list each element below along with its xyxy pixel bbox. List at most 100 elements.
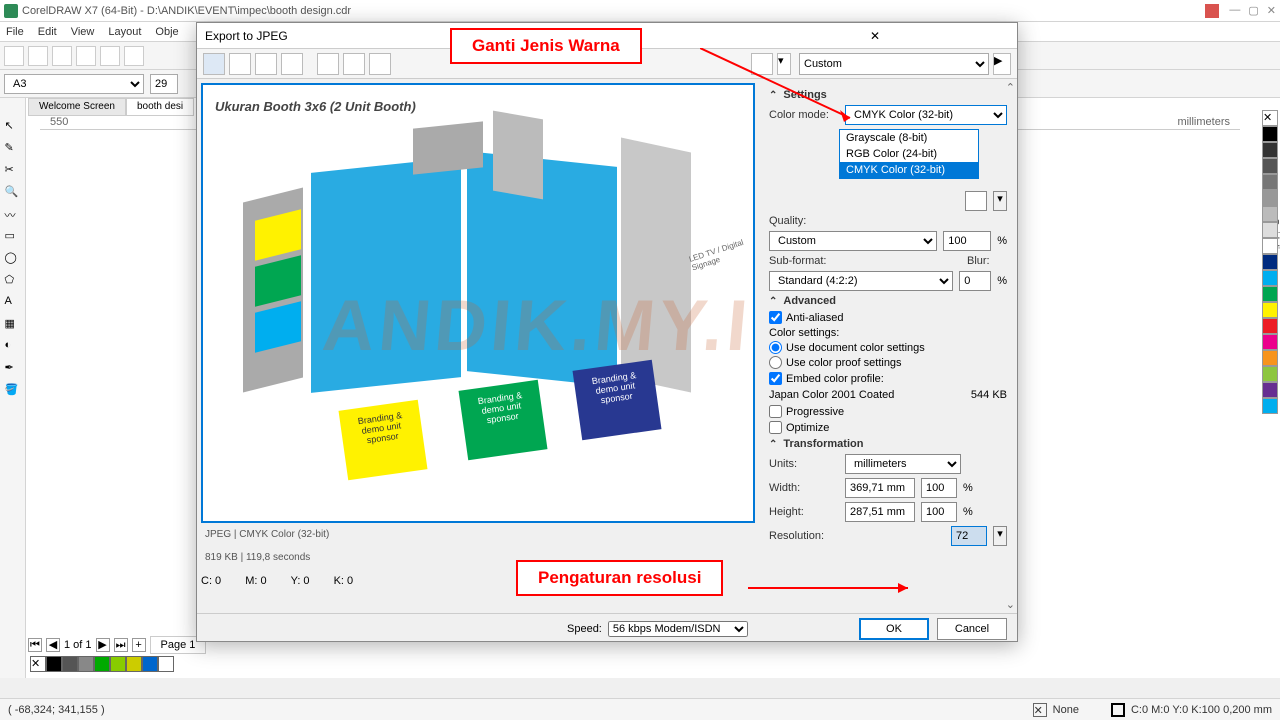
white-swatch[interactable] bbox=[158, 656, 174, 672]
embedprofile-checkbox[interactable] bbox=[769, 372, 782, 385]
polygon-tool-icon[interactable]: ⬠ bbox=[4, 272, 22, 290]
prev-page-icon[interactable]: ◀ bbox=[46, 638, 60, 652]
width-pct-input[interactable] bbox=[921, 478, 957, 498]
blur-input[interactable] bbox=[959, 271, 991, 291]
lime-swatch[interactable] bbox=[110, 656, 126, 672]
swatch[interactable] bbox=[1262, 142, 1278, 158]
freehand-tool-icon[interactable]: 〰 bbox=[4, 206, 22, 224]
matte-dropdown-icon[interactable]: ▾ bbox=[993, 191, 1007, 211]
swatch[interactable] bbox=[1262, 286, 1278, 302]
option-grayscale[interactable]: Grayscale (8-bit) bbox=[840, 130, 978, 146]
yellow-swatch[interactable] bbox=[126, 656, 142, 672]
ok-button[interactable]: OK bbox=[859, 618, 929, 640]
menu-view[interactable]: View bbox=[71, 26, 95, 38]
dim-input[interactable] bbox=[150, 74, 178, 94]
subformat-select[interactable]: Standard (4:2:2) bbox=[769, 271, 953, 291]
view-3pane-icon[interactable] bbox=[255, 53, 277, 75]
swatch[interactable] bbox=[1262, 270, 1278, 286]
papersize-select[interactable]: A3 bbox=[4, 74, 144, 94]
colormode-select[interactable]: CMYK Color (32-bit) bbox=[845, 105, 1007, 125]
next-page-icon[interactable]: ▶ bbox=[96, 638, 110, 652]
zoom-fit-icon[interactable] bbox=[317, 53, 339, 75]
swatch[interactable] bbox=[1262, 158, 1278, 174]
last-page-icon[interactable]: ⏭ bbox=[114, 638, 128, 652]
option-rgb[interactable]: RGB Color (24-bit) bbox=[840, 146, 978, 162]
gray-swatch[interactable] bbox=[62, 656, 78, 672]
progressive-checkbox[interactable] bbox=[769, 405, 782, 418]
shape-tool-icon[interactable]: ✎ bbox=[4, 140, 22, 158]
swatch[interactable] bbox=[1262, 398, 1278, 414]
swatch[interactable]: ✕ bbox=[1262, 110, 1278, 126]
black-swatch[interactable] bbox=[46, 656, 62, 672]
swatch[interactable] bbox=[1262, 302, 1278, 318]
scroll-down-icon[interactable]: ⌄ bbox=[1006, 598, 1015, 611]
close-icon[interactable]: ✕ bbox=[1267, 4, 1276, 17]
swatch[interactable] bbox=[1262, 382, 1278, 398]
menu-layout[interactable]: Layout bbox=[108, 26, 141, 38]
menu-file[interactable]: File bbox=[6, 26, 24, 38]
open-icon[interactable] bbox=[28, 46, 48, 66]
swatch[interactable] bbox=[1262, 334, 1278, 350]
cancel-button[interactable]: Cancel bbox=[937, 618, 1007, 640]
transparency-icon[interactable]: ◐ bbox=[4, 338, 22, 356]
height-input[interactable] bbox=[845, 502, 915, 522]
speed-select[interactable]: 56 kbps Modem/ISDN bbox=[608, 621, 748, 637]
scroll-up-icon[interactable]: ⌃ bbox=[1006, 81, 1015, 94]
swatch[interactable] bbox=[1262, 174, 1278, 190]
zoom-in-icon[interactable] bbox=[343, 53, 365, 75]
user-icon[interactable] bbox=[1205, 4, 1219, 18]
add-page-icon[interactable]: + bbox=[132, 638, 146, 652]
swatch[interactable] bbox=[1262, 318, 1278, 334]
tab-document[interactable]: booth desi bbox=[126, 98, 194, 116]
copy-icon[interactable] bbox=[124, 46, 144, 66]
crop-tool-icon[interactable]: ✂ bbox=[4, 162, 22, 180]
preset-next-icon[interactable]: ▶ bbox=[993, 53, 1011, 75]
cut-icon[interactable] bbox=[100, 46, 120, 66]
section-advanced[interactable]: Advanced bbox=[769, 295, 1007, 307]
swatch[interactable] bbox=[1262, 254, 1278, 270]
rectangle-tool-icon[interactable]: ▭ bbox=[4, 228, 22, 246]
new-icon[interactable] bbox=[4, 46, 24, 66]
drop-shadow-icon[interactable]: ▦ bbox=[4, 316, 22, 334]
swatch[interactable] bbox=[1262, 190, 1278, 206]
pick-tool-icon[interactable]: ↖ bbox=[4, 118, 22, 136]
view-1pane-icon[interactable] bbox=[203, 53, 225, 75]
green-swatch[interactable] bbox=[94, 656, 110, 672]
first-page-icon[interactable]: ⏮ bbox=[28, 638, 42, 652]
height-pct-input[interactable] bbox=[921, 502, 957, 522]
view-4pane-icon[interactable] bbox=[281, 53, 303, 75]
width-input[interactable] bbox=[845, 478, 915, 498]
res-dropdown-icon[interactable]: ▾ bbox=[993, 526, 1007, 546]
antialiased-checkbox[interactable] bbox=[769, 311, 782, 324]
maximize-icon[interactable]: ▢ bbox=[1248, 4, 1258, 17]
view-2pane-icon[interactable] bbox=[229, 53, 251, 75]
swatch[interactable] bbox=[1262, 206, 1278, 222]
swatch[interactable] bbox=[1262, 366, 1278, 382]
blue-swatch[interactable] bbox=[142, 656, 158, 672]
print-icon[interactable] bbox=[76, 46, 96, 66]
quality-select[interactable]: Custom bbox=[769, 231, 937, 251]
save-icon[interactable] bbox=[52, 46, 72, 66]
dialog-close-icon[interactable]: ✕ bbox=[741, 29, 1009, 43]
quality-input[interactable] bbox=[943, 231, 991, 251]
eyedropper-icon[interactable]: ✒ bbox=[4, 360, 22, 378]
swatch[interactable] bbox=[1262, 126, 1278, 142]
units-select[interactable]: millimeters bbox=[845, 454, 961, 474]
matte-swatch[interactable] bbox=[965, 191, 987, 211]
swatch[interactable] bbox=[1262, 222, 1278, 238]
zoom-out-icon[interactable] bbox=[369, 53, 391, 75]
swatch[interactable] bbox=[1262, 238, 1278, 254]
zoom-tool-icon[interactable]: 🔍 bbox=[4, 184, 22, 202]
docsettings-radio[interactable] bbox=[769, 341, 782, 354]
lgray-swatch[interactable] bbox=[78, 656, 94, 672]
resolution-input[interactable] bbox=[951, 526, 987, 546]
nocolor-swatch[interactable]: ✕ bbox=[30, 656, 46, 672]
ellipse-tool-icon[interactable]: ◯ bbox=[4, 250, 22, 268]
optimize-checkbox[interactable] bbox=[769, 421, 782, 434]
minimize-icon[interactable]: — bbox=[1229, 4, 1240, 17]
swatch[interactable] bbox=[1262, 350, 1278, 366]
proofsettings-radio[interactable] bbox=[769, 356, 782, 369]
text-tool-icon[interactable]: A bbox=[4, 294, 22, 312]
fill-tool-icon[interactable]: 🪣 bbox=[4, 382, 22, 400]
section-transformation[interactable]: Transformation bbox=[769, 438, 1007, 450]
